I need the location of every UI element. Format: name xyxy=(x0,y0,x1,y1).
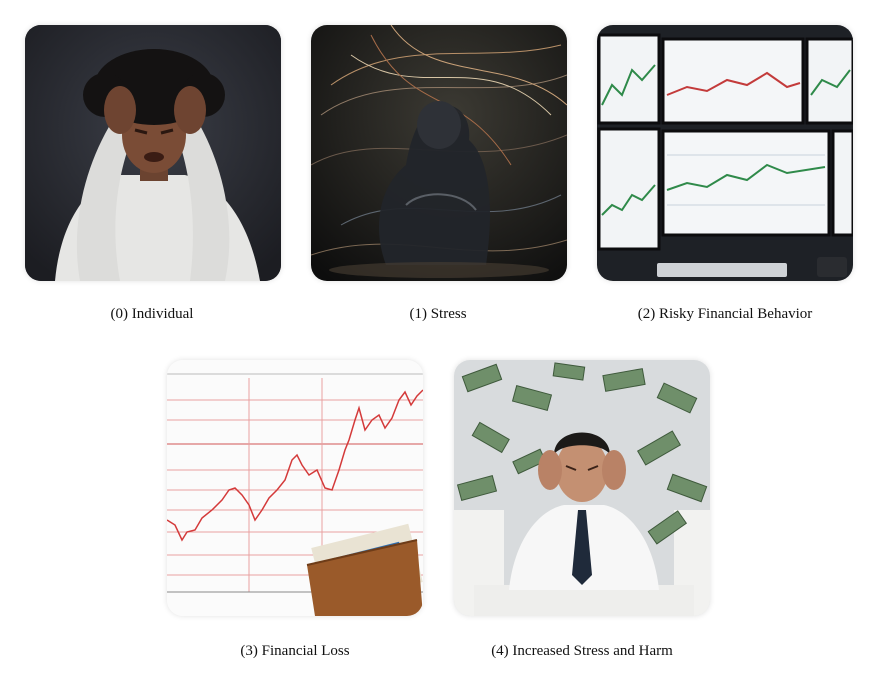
trading-monitors-icon xyxy=(597,25,853,281)
panel-individual-image xyxy=(25,25,281,281)
panel-increased-stress-image xyxy=(454,360,710,616)
distressed-person-icon xyxy=(25,25,281,281)
caption-stress: (1) Stress xyxy=(409,306,467,322)
stock-chart-with-wallet-icon xyxy=(167,360,423,616)
caption-risky-behavior: (2) Risky Financial Behavior xyxy=(637,306,813,322)
caption-individual: (0) Individual xyxy=(110,306,194,322)
caption-financial-loss: (3) Financial Loss xyxy=(240,643,350,659)
panel-financial-loss-image xyxy=(167,360,423,616)
abstract-stress-figure-icon xyxy=(311,25,567,281)
panel-stress-image xyxy=(311,25,567,281)
businessman-with-flying-money-icon xyxy=(454,360,710,616)
panel-risky-behavior-image xyxy=(597,25,853,281)
caption-increased-stress: (4) Increased Stress and Harm xyxy=(491,643,673,659)
